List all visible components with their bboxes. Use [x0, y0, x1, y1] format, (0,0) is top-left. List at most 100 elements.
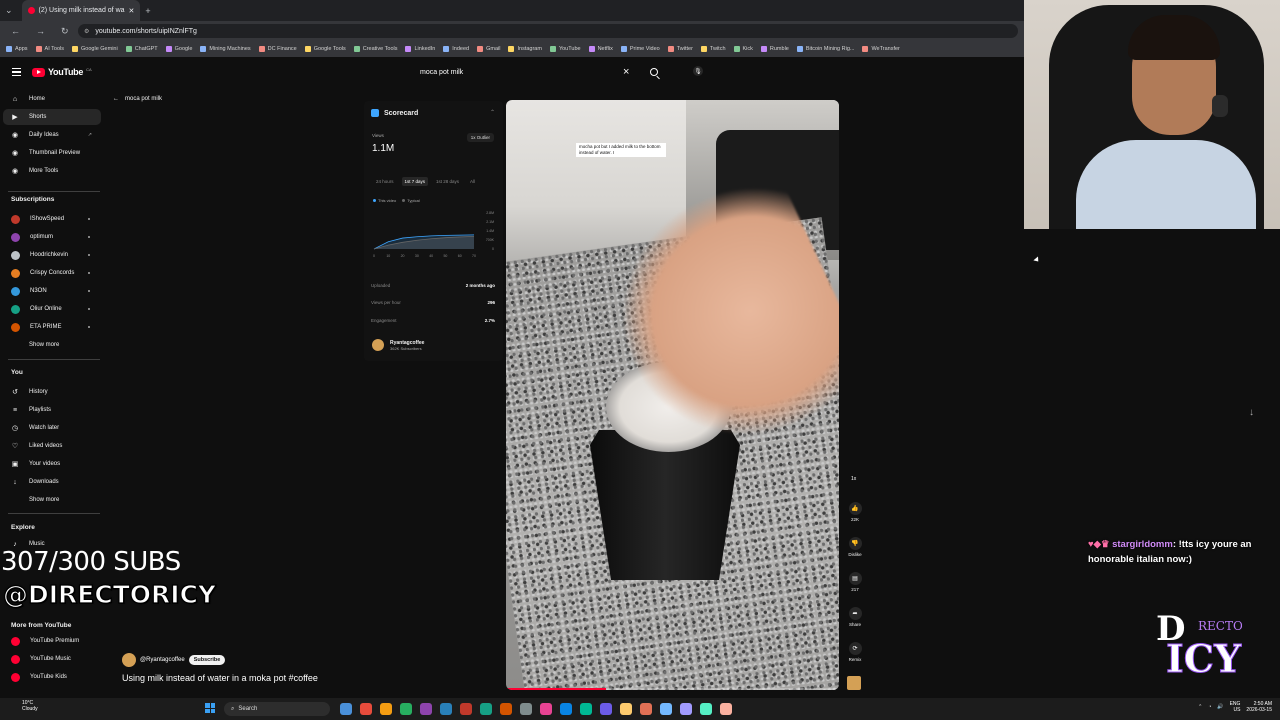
menu-icon[interactable]	[12, 68, 21, 76]
comments-action[interactable]: ▤ 217	[846, 572, 864, 592]
taskbar-app-icon[interactable]	[420, 703, 432, 715]
weather-widget[interactable]: 10°C Cloudy	[22, 700, 38, 712]
remix-action[interactable]: ⟳ Remix	[846, 642, 864, 662]
share-action[interactable]: ➦ Share	[846, 607, 864, 627]
bookmark-item[interactable]: AI Tools	[35, 46, 64, 52]
subscriptions-heading[interactable]: Subscriptions	[11, 196, 54, 203]
sidebar-item[interactable]: IShowSpeed	[0, 211, 104, 227]
taskbar-app-icon[interactable]	[540, 703, 552, 715]
reload-icon[interactable]: ↻	[56, 26, 74, 37]
tray-chevron-icon[interactable]: ⌃	[1198, 704, 1202, 710]
voice-search-icon[interactable]: 🎙	[693, 66, 703, 76]
sidebar-item[interactable]: Oliur Online	[0, 301, 104, 317]
language-indicator[interactable]: ENG US	[1230, 701, 1241, 713]
taskbar-app-icon[interactable]	[700, 703, 712, 715]
sidebar-item[interactable]: Hoodrichkevin	[0, 247, 104, 263]
sidebar-item[interactable]: Show more	[0, 492, 104, 508]
speed-badge[interactable]: 1x	[851, 476, 856, 482]
collapse-icon[interactable]: ⌃	[490, 109, 495, 116]
scorecard-tab[interactable]: 1st 7 days	[401, 177, 429, 186]
audio-thumbnail[interactable]	[847, 676, 861, 690]
scorecard-tab[interactable]: All	[467, 177, 478, 186]
search-icon[interactable]	[650, 68, 658, 76]
sidebar-item[interactable]: ◉ Daily Ideas ↗	[0, 127, 104, 143]
taskbar-app-icon[interactable]	[560, 703, 572, 715]
taskbar-app-icon[interactable]	[440, 703, 452, 715]
comment-icon[interactable]: ▤	[848, 572, 862, 585]
channel-handle[interactable]: @Ryantagcoffee	[140, 657, 185, 663]
browser-tab-active[interactable]: (2) Using milk instead of wa ✕	[21, 0, 141, 21]
thumbs-down-icon[interactable]: 👎	[848, 537, 862, 550]
sidebar-item[interactable]: ◉ More Tools	[0, 163, 104, 179]
sidebar-item[interactable]: ▶ Shorts	[3, 109, 101, 125]
taskbar-app-icon[interactable]	[640, 703, 652, 715]
bookmark-item[interactable]: LinkedIn	[405, 46, 435, 52]
taskbar-app-icon[interactable]	[400, 703, 412, 715]
windows-start-icon[interactable]	[205, 703, 215, 713]
youtube-logo[interactable]: YouTube CA	[32, 67, 92, 77]
bookmark-item[interactable]: Gmail	[477, 46, 500, 52]
sidebar-item[interactable]: YouTube Kids	[0, 669, 104, 685]
bookmark-item[interactable]: Bitcoin Mining Rig...	[796, 46, 854, 52]
taskbar-app-icon[interactable]	[600, 703, 612, 715]
taskbar-app-icon[interactable]	[360, 703, 372, 715]
taskbar-app-icon[interactable]	[680, 703, 692, 715]
remix-icon[interactable]: ⟳	[848, 642, 862, 655]
taskbar-app-icon[interactable]	[380, 703, 392, 715]
share-icon[interactable]: ➦	[848, 607, 862, 620]
sidebar-item[interactable]: ETA PRIME	[0, 319, 104, 335]
taskbar-app-icon[interactable]	[620, 703, 632, 715]
sidebar-item[interactable]: Crispy Concords	[0, 265, 104, 281]
bookmark-item[interactable]: YouTube	[549, 46, 581, 52]
bookmark-item[interactable]: Google	[165, 46, 192, 52]
tab-list-icon[interactable]: ⌄	[0, 5, 18, 16]
tab-close-icon[interactable]: ✕	[129, 7, 135, 15]
sidebar-item[interactable]: Show more	[0, 337, 104, 353]
forward-nav-icon[interactable]: →	[31, 26, 50, 36]
taskbar-app-icon[interactable]	[520, 703, 532, 715]
scorecard-channel[interactable]: Ryantagcoffee 362K Subscribers	[372, 339, 424, 351]
taskbar-search[interactable]: ⌕ Search	[224, 702, 330, 716]
clear-search-icon[interactable]: ×	[623, 66, 637, 78]
back-to-search-link[interactable]: ← moca pot milk	[113, 96, 162, 102]
wifi-icon[interactable]: ◔	[1208, 704, 1211, 710]
channel-avatar-bottom[interactable]	[122, 653, 136, 667]
shorts-video-player[interactable]: mocha pot but I added milk to the bottom…	[506, 100, 839, 690]
sidebar-item[interactable]: ◷ Watch later	[0, 420, 104, 436]
bookmark-item[interactable]: Google Gemini	[72, 46, 118, 52]
scorecard-tab[interactable]: 24 hours	[373, 177, 397, 186]
volume-icon[interactable]: 🔊	[1217, 704, 1223, 710]
bookmark-item[interactable]: WeTransfer	[862, 46, 900, 52]
bookmark-item[interactable]: DC Finance	[258, 46, 297, 52]
bookmark-item[interactable]: Google Tools	[304, 46, 346, 52]
sidebar-item[interactable]: ◉ Thumbnail Preview	[0, 145, 104, 161]
bookmark-item[interactable]: Twitch	[700, 46, 726, 52]
sidebar-item[interactable]: optimum	[0, 229, 104, 245]
next-short-arrow-icon[interactable]: ↓	[1249, 407, 1254, 418]
sidebar-item[interactable]: ↺ History	[0, 384, 104, 400]
sidebar-item[interactable]: ≡ Playlists	[0, 402, 104, 418]
taskbar-app-icon[interactable]	[580, 703, 592, 715]
taskbar-app-icon[interactable]	[660, 703, 672, 715]
bookmark-item[interactable]: Indeed	[443, 46, 469, 52]
subscribe-button[interactable]: Subscribe	[188, 655, 226, 665]
site-info-icon[interactable]: ⚙	[84, 28, 89, 35]
taskbar-app-icon[interactable]	[460, 703, 472, 715]
back-nav-icon[interactable]: ←	[6, 26, 25, 36]
you-heading[interactable]: You	[11, 369, 23, 376]
search-input[interactable]: moca pot milk	[414, 69, 623, 76]
like-action[interactable]: 👍 22K	[846, 502, 864, 522]
explore-heading[interactable]: Explore	[11, 524, 35, 531]
taskbar-app-icon[interactable]	[500, 703, 512, 715]
taskbar-app-icon[interactable]	[720, 703, 732, 715]
sidebar-item[interactable]: N3ON	[0, 283, 104, 299]
bookmark-item[interactable]: Creative Tools	[353, 46, 397, 52]
dislike-action[interactable]: 👎 Dislike	[846, 537, 864, 557]
bookmark-item[interactable]: Mining Machines	[200, 46, 251, 52]
new-tab-icon[interactable]: +	[140, 6, 155, 16]
system-clock[interactable]: 2:50 AM 2026-03-15	[1246, 701, 1272, 713]
bookmark-item[interactable]: Twitter	[667, 46, 693, 52]
taskbar-app-icon[interactable]	[480, 703, 492, 715]
sidebar-item[interactable]: YouTube Music	[0, 651, 104, 667]
bookmark-item[interactable]: Instagram	[508, 46, 542, 52]
